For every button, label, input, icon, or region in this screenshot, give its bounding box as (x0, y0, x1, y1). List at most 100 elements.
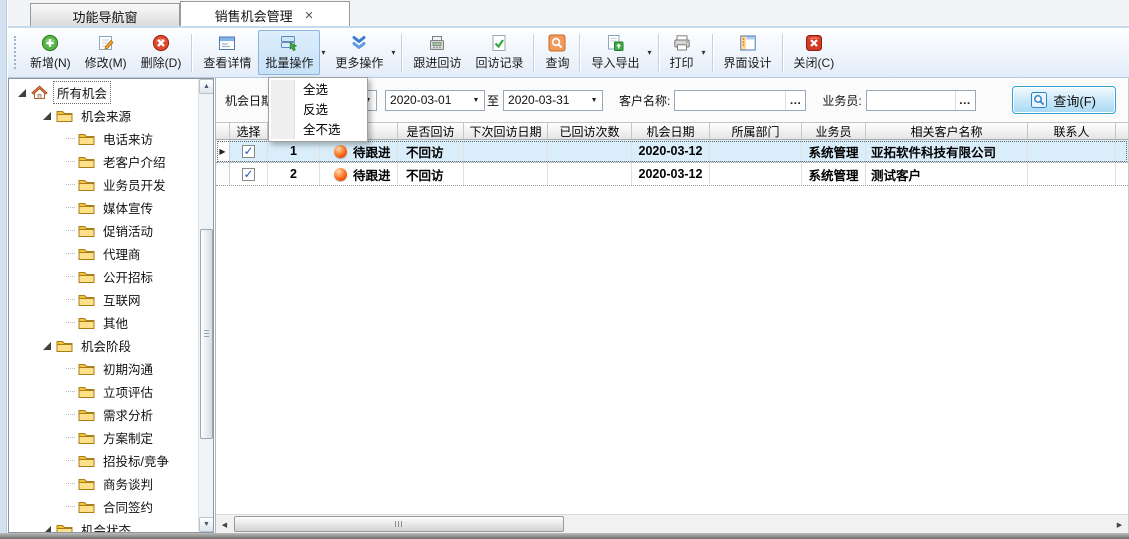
dropdown-arrow-icon[interactable]: ▾ (646, 48, 654, 57)
visit-count-header[interactable]: 已回访次数 (548, 123, 632, 139)
dropdown-arrow-icon[interactable]: ▾ (701, 48, 709, 57)
tree-connector (66, 391, 75, 392)
folder-icon (78, 499, 95, 514)
tree-scrollbar-thumb[interactable] (200, 229, 213, 439)
view-detail-button[interactable]: 查看详情 (196, 30, 258, 75)
expander-icon[interactable] (43, 342, 51, 350)
tree-item-合同签约[interactable]: 合同签约 (10, 495, 197, 518)
search-button[interactable]: 查询 (538, 30, 576, 75)
row-checkbox[interactable]: ✓ (242, 168, 255, 181)
record-icon (490, 34, 508, 52)
expander-icon[interactable] (43, 526, 51, 533)
tree-item-商务谈判[interactable]: 商务谈判 (10, 472, 197, 495)
tree-item-机会状态[interactable]: 机会状态 (10, 518, 197, 532)
tree-item-初期沟通[interactable]: 初期沟通 (10, 357, 197, 380)
dropdown-arrow-icon[interactable]: ▾ (320, 48, 328, 57)
expander-icon[interactable] (43, 112, 51, 120)
ellipsis-icon[interactable]: … (785, 91, 805, 110)
batch-ops-button-label: 批量操作 (265, 54, 313, 71)
dock-strip[interactable] (0, 0, 7, 539)
tree-item-互联网[interactable]: 互联网 (10, 288, 197, 311)
tree-item-label: 机会阶段 (78, 335, 134, 356)
tree-item-老客户介绍[interactable]: 老客户介绍 (10, 150, 197, 173)
department-header[interactable]: 所属部门 (710, 123, 802, 139)
scroll-down-icon[interactable]: ▼ (199, 517, 214, 532)
select-cell: ✓ (230, 140, 268, 162)
table-row[interactable]: ✓2待跟进不回访2020-03-12系统管理测试客户 (216, 163, 1128, 186)
tree-item-电话来访[interactable]: 电话来访 (10, 127, 197, 150)
print-button[interactable]: 打印 (663, 30, 701, 75)
tree-item-促销活动[interactable]: 促销活动 (10, 219, 197, 242)
delete-button[interactable]: 删除(D) (134, 30, 189, 75)
query-button[interactable]: 查询(F) (1012, 86, 1116, 114)
tree-vertical-scrollbar[interactable]: ▲ ▼ (198, 79, 213, 532)
follow-visit-button-label: 跟进回访 (413, 54, 461, 71)
menu-item-select-none[interactable]: 全不选 (269, 120, 367, 140)
scroll-right-icon[interactable]: ▶ (1111, 516, 1128, 533)
toolbar-separator (191, 34, 193, 72)
tree-connector (66, 368, 75, 369)
opportunity-date-header[interactable]: 机会日期 (632, 123, 710, 139)
dropdown-arrow-icon[interactable]: ▾ (390, 48, 398, 57)
customer-name-field-wrap: … (674, 90, 806, 111)
tree-item-方案制定[interactable]: 方案制定 (10, 426, 197, 449)
toolbar-separator (658, 34, 660, 72)
tree-connector (66, 506, 75, 507)
visit-count-cell (548, 140, 632, 162)
tab-close-icon[interactable]: × (303, 8, 316, 23)
menu-item-invert-selection[interactable]: 反选 (269, 100, 367, 120)
tree-item-招投标/竞争[interactable]: 招投标/竞争 (10, 449, 197, 472)
menu-item-select-all[interactable]: 全选 (269, 80, 367, 100)
select-header[interactable]: 选择 (230, 123, 268, 139)
customer-name-input[interactable] (675, 91, 785, 110)
tree-item-机会阶段[interactable]: 机会阶段 (10, 334, 197, 357)
revisit-header[interactable]: 是否回访 (398, 123, 464, 139)
row-marker-header[interactable] (216, 123, 230, 139)
batch-ops-button[interactable]: 批量操作 (258, 30, 320, 75)
table-row[interactable]: ▶✓1待跟进不回访2020-03-12系统管理亚拓软件科技有限公司 (216, 140, 1128, 163)
tree-item-公开招标[interactable]: 公开招标 (10, 265, 197, 288)
tree-item-媒体宣传[interactable]: 媒体宣传 (10, 196, 197, 219)
scroll-up-icon[interactable]: ▲ (199, 79, 214, 94)
chevron-down-icon[interactable]: ▼ (586, 97, 602, 104)
import-export-button[interactable]: 导入导出 (584, 30, 646, 75)
tree-item-需求分析[interactable]: 需求分析 (10, 403, 197, 426)
toolbar-grip-handle[interactable] (14, 36, 21, 69)
customer-header[interactable]: 相关客户名称 (866, 123, 1028, 139)
tree-item-立项评估[interactable]: 立项评估 (10, 380, 197, 403)
row-checkbox[interactable]: ✓ (242, 145, 255, 158)
salesman-input[interactable] (867, 91, 955, 110)
tree-item-label: 所有机会 (53, 81, 111, 104)
ellipsis-icon[interactable]: … (955, 91, 975, 110)
tree-connector (66, 437, 75, 438)
salesman-label: 业务员: (822, 92, 861, 109)
contact-header[interactable]: 联系人 (1028, 123, 1116, 139)
horizontal-scrollbar[interactable]: ◀ ▶ (216, 514, 1128, 533)
tree-item-业务员开发[interactable]: 业务员开发 (10, 173, 197, 196)
next-visit-date-header[interactable]: 下次回访日期 (464, 123, 548, 139)
tab-function-nav[interactable]: 功能导航窗 (30, 3, 180, 28)
more-ops-button[interactable]: 更多操作 (328, 30, 390, 75)
folder-icon (78, 200, 95, 215)
tab-sales-opportunity[interactable]: 销售机会管理 × (180, 1, 350, 28)
date-to-picker[interactable]: 2020-03-31 ▼ (503, 90, 603, 111)
salesman-header[interactable]: 业务员 (802, 123, 866, 139)
expander-icon[interactable] (18, 89, 26, 97)
add-button[interactable]: 新增(N) (23, 30, 78, 75)
batch-icon (280, 34, 298, 52)
visit-record-button[interactable]: 回访记录 (468, 30, 530, 75)
date-from-picker[interactable]: 2020-03-01 ▼ (385, 90, 485, 111)
follow-visit-button[interactable]: 跟进回访 (406, 30, 468, 75)
hscrollbar-thumb[interactable] (234, 516, 564, 532)
ui-design-button[interactable]: 界面设计 (717, 30, 779, 75)
tree-item-机会来源[interactable]: 机会来源 (10, 104, 197, 127)
tree-item-代理商[interactable]: 代理商 (10, 242, 197, 265)
scroll-left-icon[interactable]: ◀ (216, 516, 233, 533)
folder-icon (78, 361, 95, 376)
tree-item-所有机会[interactable]: 所有机会 (10, 81, 197, 104)
close-button[interactable]: 关闭(C) (787, 30, 842, 75)
chevron-down-icon[interactable]: ▼ (468, 97, 484, 104)
next-visit-date-cell (464, 163, 548, 185)
edit-button[interactable]: 修改(M) (78, 30, 134, 75)
tree-item-其他[interactable]: 其他 (10, 311, 197, 334)
